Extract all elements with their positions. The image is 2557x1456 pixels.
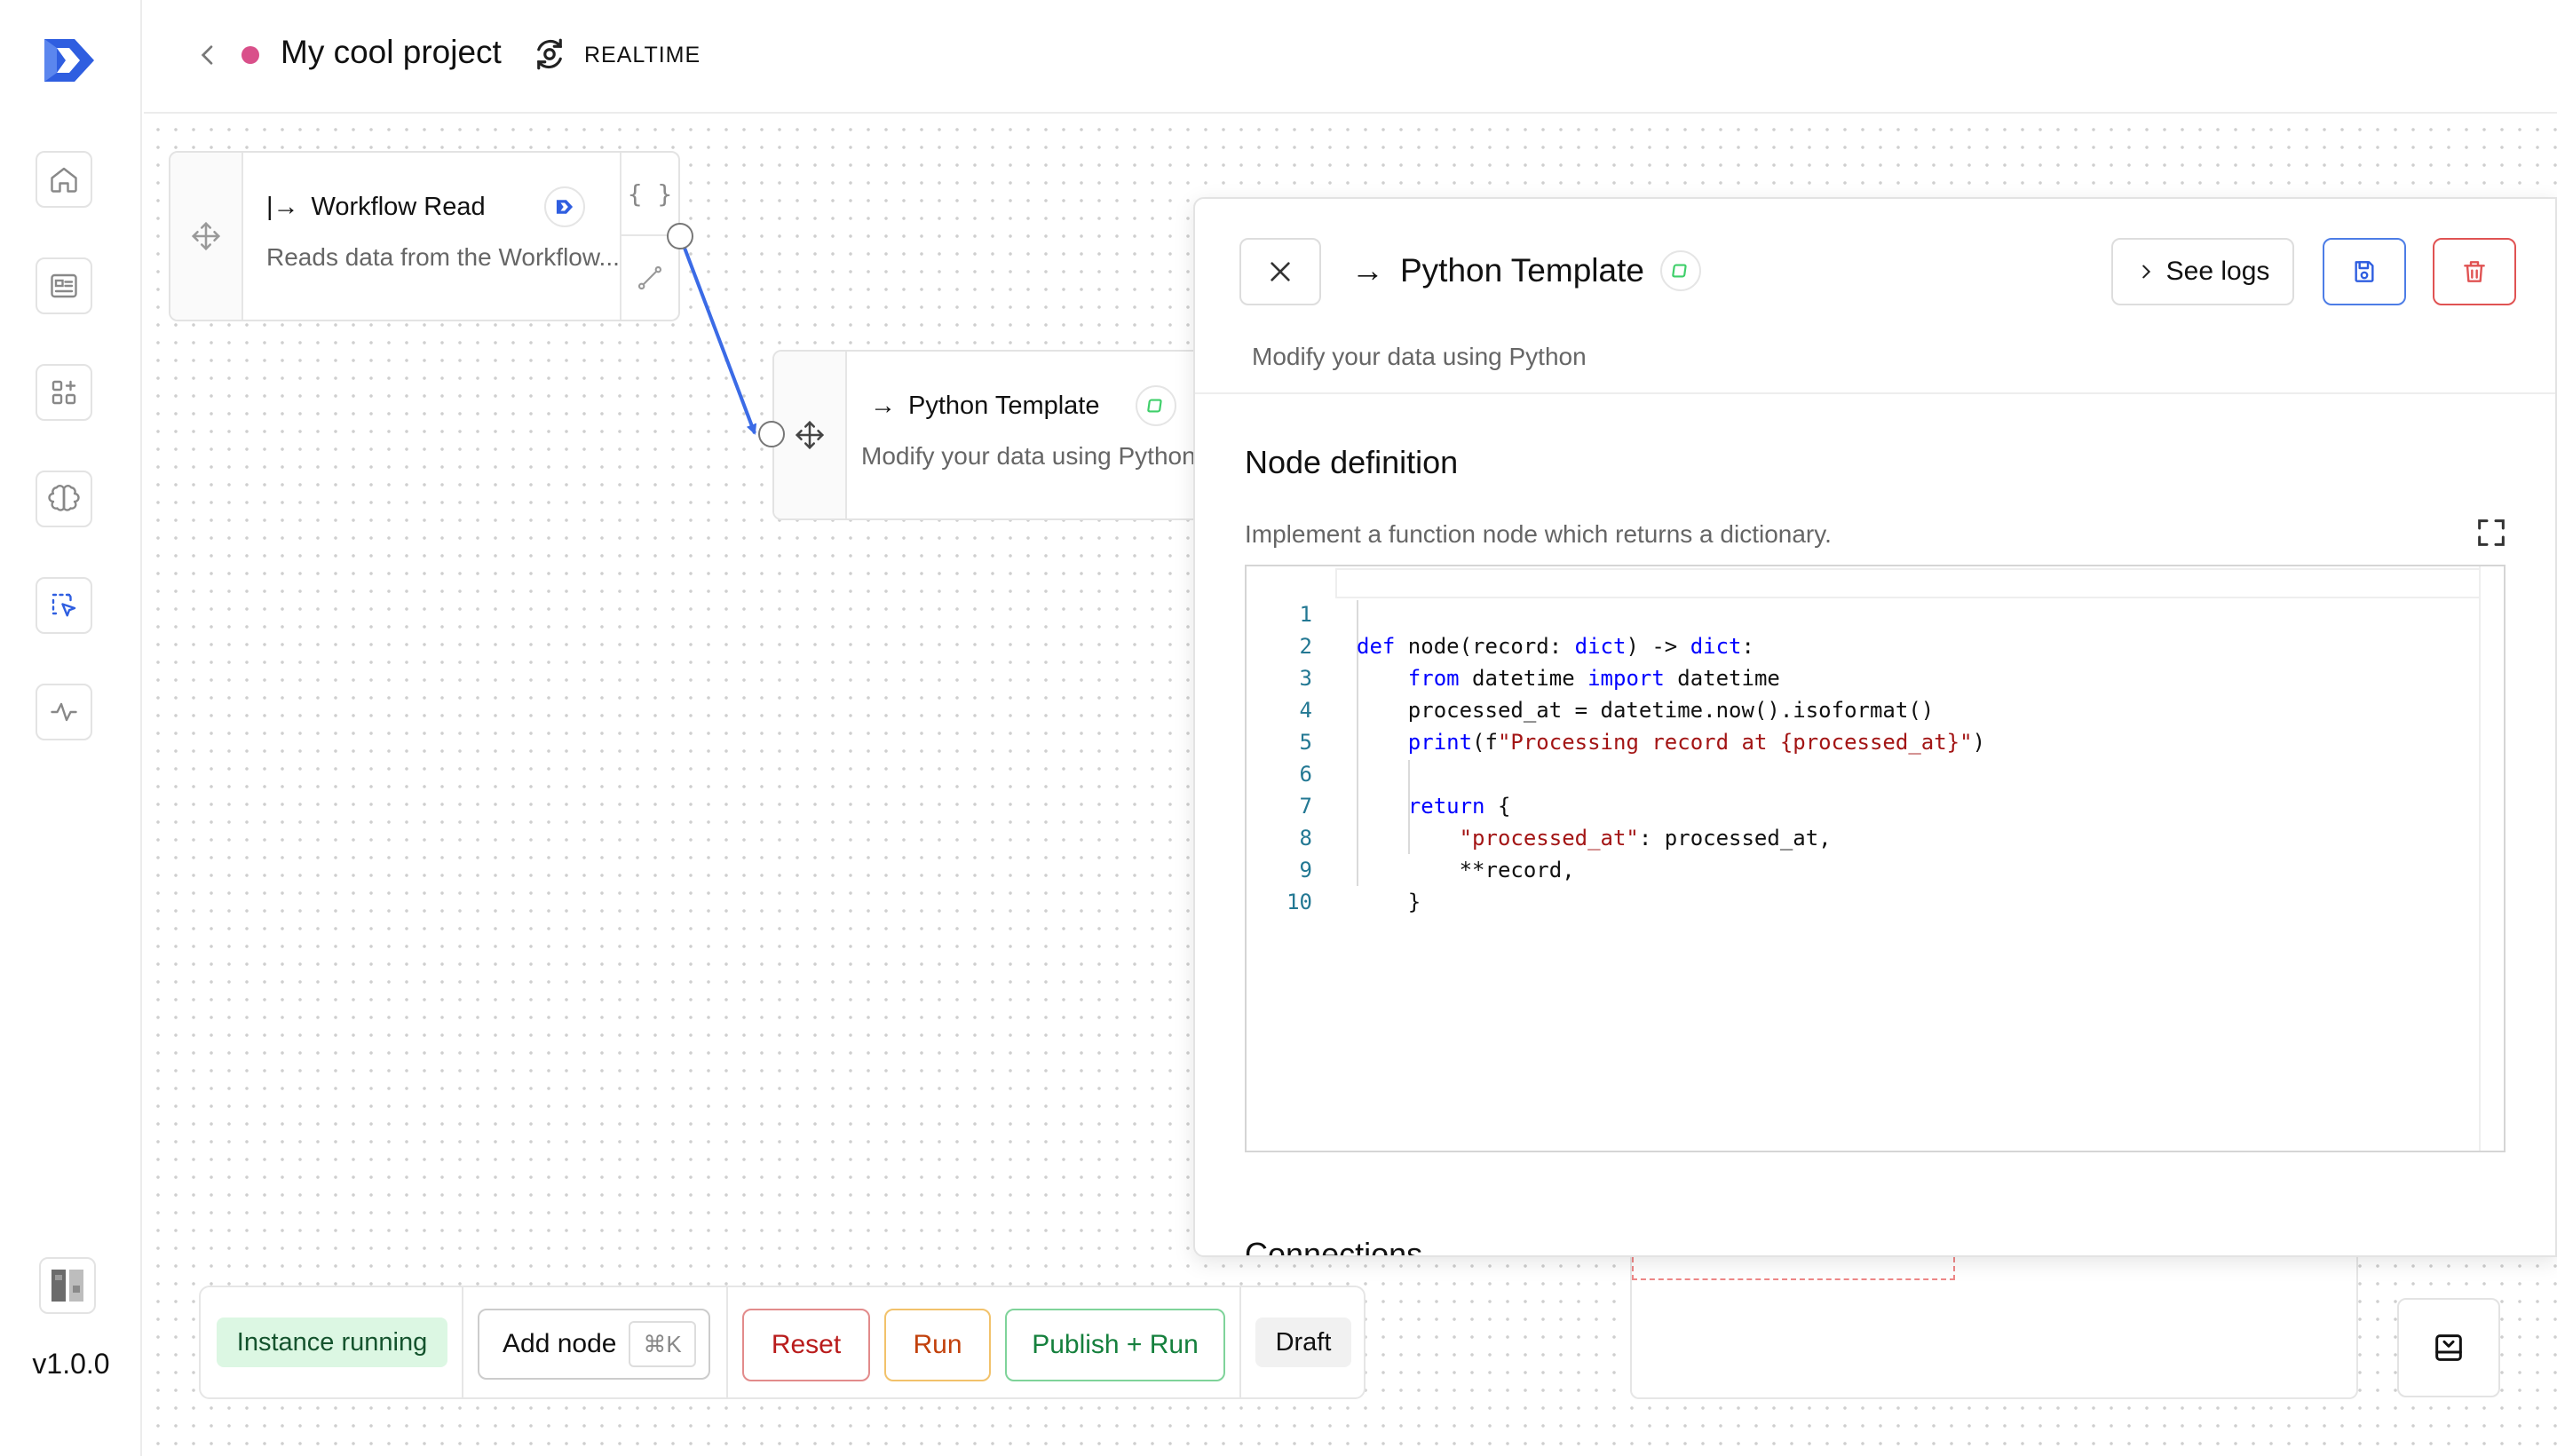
close-panel-button[interactable] [1239, 238, 1321, 305]
code-line: 7 "processed_at": processed_at, [1247, 758, 2504, 851]
home-icon [51, 167, 77, 193]
trash-icon [2464, 261, 2485, 282]
brain-icon [48, 485, 80, 511]
panel-bottom-icon [2435, 1334, 2462, 1361]
square-icon [1672, 264, 1687, 278]
node-source-badge [543, 186, 585, 227]
move-icon [191, 221, 221, 251]
workflow-select-icon [51, 593, 76, 617]
panel-title: Python Template [1400, 252, 1644, 289]
sidebar-item-home[interactable] [36, 151, 92, 208]
node-drag-handle[interactable] [170, 153, 243, 320]
save-button[interactable] [2323, 238, 2406, 305]
code-line: 9 } [1247, 822, 2504, 914]
drop-zone [1632, 1257, 1955, 1280]
user-avatar[interactable] [39, 1257, 96, 1314]
project-title: My cool project [281, 34, 502, 70]
node-title: Workflow Read [311, 192, 486, 221]
sidebar-item-records[interactable] [36, 257, 92, 314]
code-line: 10 [1247, 854, 2504, 914]
braces-icon: { } [627, 178, 673, 209]
activity-icon [51, 702, 77, 722]
realtime-label: REALTIME [584, 43, 701, 67]
panel-subtitle: Modify your data using Python [1252, 343, 1587, 370]
move-icon [795, 420, 825, 450]
node-description: Modify your data using Python [861, 442, 1196, 470]
add-node-label: Add node [503, 1329, 617, 1358]
code-line: 4 print(f"Processing record at {processe… [1247, 662, 2504, 755]
save-icon [2355, 261, 2374, 282]
code-line: 8 **record, [1247, 790, 2504, 882]
delete-button[interactable] [2433, 238, 2516, 305]
node-detail-panel: → Python Template See logs Modify your d… [1193, 197, 2557, 1257]
link-icon [637, 265, 662, 290]
node-workflow-read[interactable]: |→ Workflow Read Reads data from the Wor… [169, 151, 680, 321]
bottom-toolbar: Instance running Add node ⌘K Reset Run P… [199, 1286, 1366, 1399]
fullscreen-icon[interactable] [2474, 515, 2509, 550]
code-line: 3 processed_at = datetime.now().isoforma… [1247, 630, 2504, 723]
avatar-icon [51, 1270, 83, 1302]
add-node-button[interactable]: Add node ⌘K [478, 1309, 710, 1380]
apps-add-icon [51, 380, 76, 405]
code-line: 6 return { [1247, 726, 2504, 819]
code-editor[interactable]: 1 def node(record: dict) -> dict: 2 from… [1245, 565, 2506, 1152]
publish-run-button[interactable]: Publish + Run [1005, 1309, 1225, 1381]
output-port[interactable] [667, 223, 693, 249]
reset-button[interactable]: Reset [742, 1309, 870, 1381]
sidebar: v1.0.0 [0, 0, 142, 1456]
close-icon [1271, 262, 1290, 281]
editor-scrollbar[interactable] [2479, 566, 2504, 1151]
draft-badge: Draft [1255, 1318, 1351, 1367]
panel-title-prefix: → [1351, 252, 1384, 289]
see-logs-label: See logs [2165, 257, 2270, 286]
code-line: 5 [1247, 694, 2504, 755]
app-logo[interactable] [39, 34, 99, 87]
instance-status-badge: Instance running [217, 1318, 447, 1367]
sidebar-item-ai[interactable] [36, 471, 92, 527]
sidebar-item-monitoring[interactable] [36, 684, 92, 740]
app-version: v1.0.0 [32, 1348, 110, 1380]
node-type-badge [1659, 250, 1701, 291]
project-status-dot [241, 46, 259, 64]
code-line: 2 from datetime import datetime [1247, 598, 2504, 691]
run-button[interactable]: Run [884, 1309, 991, 1381]
sidebar-item-workflows[interactable] [36, 577, 92, 634]
connections-section-title: Connections [1245, 1236, 1423, 1257]
id-card-icon [51, 273, 77, 298]
see-logs-button[interactable]: See logs [2111, 238, 2294, 305]
chevron-right-icon [2141, 265, 2150, 279]
node-json-button[interactable]: { } [621, 153, 678, 236]
chevron-left-icon[interactable] [194, 41, 222, 69]
sidebar-item-apps[interactable] [36, 364, 92, 421]
node-title: Python Template [908, 391, 1100, 420]
input-port[interactable] [758, 421, 785, 447]
logo-badge-icon [556, 200, 573, 214]
node-type-prefix: → [870, 391, 896, 420]
divider [1195, 392, 2555, 394]
section-description: Implement a function node which returns … [1245, 520, 1832, 548]
section-title: Node definition [1245, 444, 1459, 480]
toggle-console-button[interactable] [2397, 1298, 2500, 1397]
shortcut-hint: ⌘K [629, 1321, 696, 1367]
header: My cool project REALTIME [144, 0, 2557, 114]
code-line: 1 def node(record: dict) -> dict: [1247, 566, 2504, 659]
node-description: Reads data from the Workflow... [266, 243, 620, 271]
square-icon [1146, 399, 1162, 413]
realtime-icon[interactable] [531, 36, 568, 73]
node-drag-handle[interactable] [774, 352, 847, 518]
line-number: 10 [1286, 890, 1312, 914]
node-type-prefix: |→ [266, 192, 299, 221]
node-connect-button[interactable] [621, 236, 678, 320]
node-type-badge [1135, 385, 1176, 426]
